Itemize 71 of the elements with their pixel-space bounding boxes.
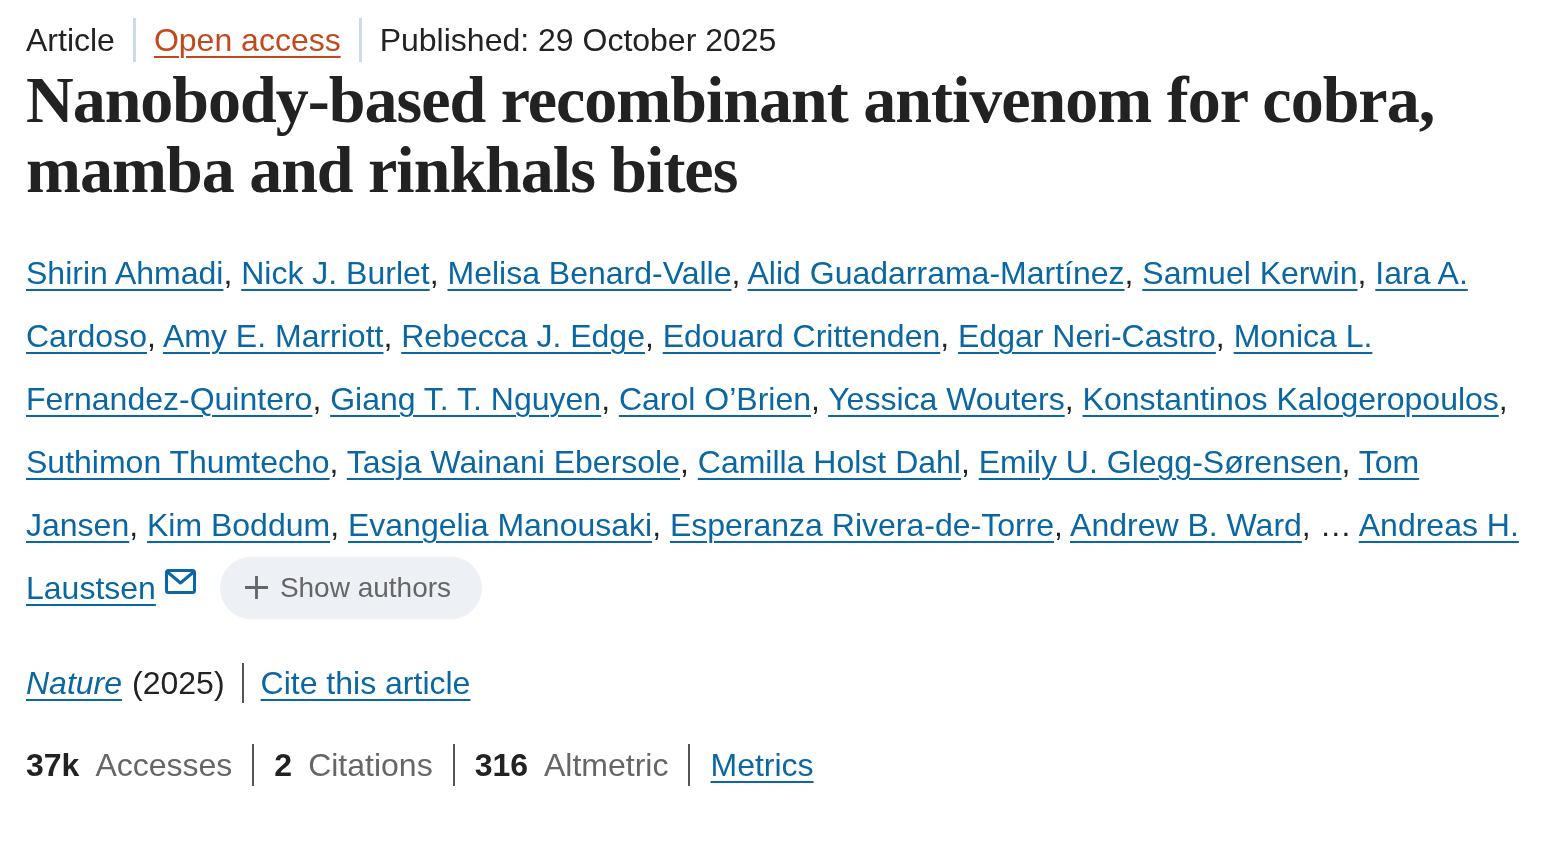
author-link[interactable]: Tom — [1358, 444, 1420, 480]
ellipsis-text: … — [1319, 507, 1352, 543]
author-link[interactable]: Suthimon Thumtecho — [26, 444, 330, 480]
comma-separator: , — [644, 318, 654, 354]
comma-separator: , — [1054, 507, 1063, 543]
comma-separator: , — [329, 444, 339, 480]
comma-separator: , — [1357, 255, 1367, 291]
comma-separator: , — [129, 507, 139, 543]
comma-separator: , — [731, 255, 741, 291]
comma-separator: , — [601, 381, 611, 417]
metric-name: Citations — [308, 745, 433, 785]
author-link[interactable]: Esperanza Rivera-de-Torre — [669, 507, 1055, 543]
comma-separator: , — [652, 507, 661, 543]
mail-icon[interactable] — [164, 569, 196, 594]
metric-count: 316 — [474, 745, 528, 785]
author-link[interactable]: Jansen — [26, 507, 130, 543]
comma-separator: , — [940, 318, 950, 354]
author-link[interactable]: Melisa Benard-Valle — [447, 255, 732, 291]
author-link[interactable]: Alid Guadarrama-Martínez — [747, 255, 1125, 291]
author-link[interactable]: Emily U. Glegg-Sørensen — [978, 444, 1342, 480]
author-link[interactable]: Monica L. — [1233, 318, 1373, 354]
author-link[interactable]: Fernandez-Quintero — [26, 381, 313, 417]
author-link[interactable]: Tasja Wainani Ebersole — [346, 444, 680, 480]
comma-separator: , — [1064, 381, 1074, 417]
author-link[interactable]: Rebecca J. Edge — [401, 318, 645, 354]
metric-count: 37k — [26, 745, 80, 785]
author-link[interactable]: Camilla Holst Dahl — [697, 444, 961, 480]
article-title: Nanobody-based recombinant antivenom for cobra, mamba and rinkhals bites — [26, 65, 1436, 205]
metric-count: 2 — [274, 745, 293, 785]
comma-separator: , — [1215, 318, 1225, 354]
comma-separator: , — [1301, 507, 1311, 543]
comma-separator: , — [312, 381, 322, 417]
metric-name: Accesses — [95, 745, 233, 785]
comma-separator: , — [1498, 381, 1508, 417]
author-link[interactable]: Giang T. T. Nguyen — [330, 381, 602, 417]
author-link[interactable]: Kim Boddum — [146, 507, 331, 543]
author-link[interactable]: Evangelia Manousaki — [347, 507, 653, 543]
plus-icon — [244, 576, 268, 600]
author-link[interactable]: Iara A. — [1375, 255, 1468, 291]
author-link[interactable]: Andreas H. — [1358, 507, 1519, 543]
author-link[interactable]: Yessica Wouters — [828, 381, 1065, 417]
comma-separator: , — [383, 318, 393, 354]
author-link[interactable]: Shirin Ahmadi — [26, 255, 224, 291]
publication-date: Published: 29 October 2025 — [379, 21, 777, 60]
author-link[interactable]: Amy E. Marriott — [162, 318, 384, 354]
show-authors-button[interactable]: Show authors — [219, 556, 483, 619]
comma-separator: , — [330, 507, 340, 543]
article-type-label: Article — [26, 21, 115, 60]
author-link[interactable]: Laustsen — [26, 570, 156, 606]
author-link[interactable]: Andrew B. Ward — [1070, 507, 1302, 543]
author-link[interactable]: Carol O’Brien — [618, 381, 811, 417]
author-link[interactable]: Cardoso — [26, 318, 147, 354]
comma-separator: , — [1124, 255, 1134, 291]
comma-separator: , — [960, 444, 970, 480]
open-access-link[interactable]: Open access — [153, 20, 341, 60]
cite-article-link[interactable]: Cite this article — [260, 662, 471, 703]
author-link[interactable]: Konstantinos Kalogeropoulos — [1082, 381, 1499, 417]
journal-link[interactable]: Nature — [26, 662, 123, 703]
comma-separator: , — [680, 444, 689, 480]
author-link[interactable]: Samuel Kerwin — [1142, 255, 1358, 291]
comma-separator: , — [223, 255, 233, 291]
metric-name: Altmetric — [544, 745, 669, 785]
author-link[interactable]: Nick J. Burlet — [241, 255, 430, 291]
comma-separator: , — [811, 381, 820, 417]
comma-separator: , — [1341, 444, 1351, 480]
publication-year: (2025) — [132, 663, 225, 703]
comma-separator: , — [146, 318, 156, 354]
metrics-link[interactable]: Metrics — [710, 744, 814, 785]
author-link[interactable]: Edgar Neri-Castro — [958, 318, 1216, 354]
author-link[interactable]: Edouard Crittenden — [662, 318, 941, 354]
comma-separator: , — [429, 255, 439, 291]
